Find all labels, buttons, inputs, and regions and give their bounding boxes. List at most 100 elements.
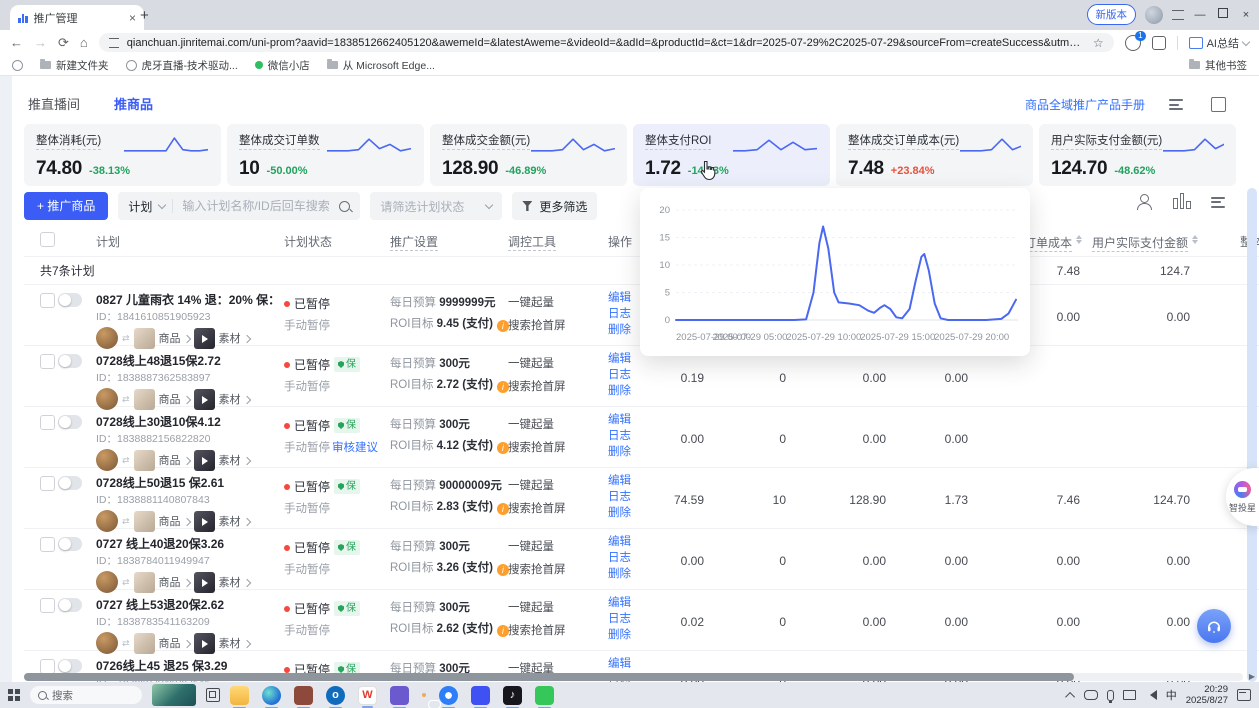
- row-checkbox[interactable]: [40, 537, 55, 552]
- tray-expand-icon[interactable]: [1065, 691, 1075, 701]
- task-view-icon[interactable]: [206, 688, 220, 702]
- plan-select[interactable]: 计划: [128, 198, 152, 215]
- outlook-icon[interactable]: o: [326, 686, 345, 705]
- metric-card[interactable]: 整体支付ROI 1.72 -14.43%: [633, 124, 830, 186]
- delete-link[interactable]: 删除: [608, 505, 650, 521]
- taskbar-search[interactable]: 搜索: [30, 686, 142, 704]
- delete-link[interactable]: 删除: [608, 444, 650, 460]
- metric-card[interactable]: 用户实际支付金额(元) 124.70 -48.62%: [1039, 124, 1236, 186]
- material-thumbnail[interactable]: [194, 572, 215, 593]
- bookmark-item[interactable]: 虎牙直播-技术驱动...: [126, 58, 238, 73]
- metric-card[interactable]: 整体消耗(元) 74.80 -38.13%: [24, 124, 221, 186]
- one-key-boost-link[interactable]: 一键起量: [508, 599, 608, 615]
- log-link[interactable]: 日志: [608, 367, 650, 383]
- edit-link[interactable]: 编辑: [608, 534, 650, 550]
- app-icon-green[interactable]: [535, 686, 554, 705]
- site-settings-icon[interactable]: [109, 38, 119, 48]
- settings-sliders-icon[interactable]: [1169, 97, 1187, 113]
- row-checkbox[interactable]: [40, 659, 55, 674]
- search-icon[interactable]: [339, 201, 350, 212]
- forward-icon[interactable]: →: [34, 36, 47, 49]
- search-top-screen-link[interactable]: 搜索抢首屏: [508, 317, 608, 333]
- wps-icon[interactable]: W: [358, 686, 377, 705]
- review-suggestion-link[interactable]: 审核建议: [332, 442, 378, 454]
- tab-promote-product[interactable]: 推商品: [114, 94, 153, 113]
- plan-name[interactable]: 0728线上48退15保2.72: [96, 352, 276, 369]
- start-button[interactable]: [8, 689, 20, 701]
- browser-tab[interactable]: 推广管理 ×: [10, 5, 144, 30]
- custom-columns-icon[interactable]: [1211, 194, 1229, 210]
- vertical-scrollbar[interactable]: [1247, 188, 1257, 682]
- window-maximize-button[interactable]: [1216, 8, 1230, 21]
- material-link[interactable]: 素材: [219, 635, 250, 651]
- plan-name[interactable]: 0728线上50退15 保2.61: [96, 474, 276, 491]
- window-close-button[interactable]: ×: [1239, 9, 1253, 21]
- metric-card[interactable]: 整体成交金额(元) 128.90 -46.89%: [430, 124, 627, 186]
- browser-avatar[interactable]: [1145, 6, 1163, 24]
- url-text[interactable]: qianchuan.jinritemai.com/uni-prom?aavid=…: [127, 37, 1085, 49]
- other-bookmarks[interactable]: 其他书签: [1189, 58, 1247, 73]
- product-link[interactable]: 商品: [159, 513, 190, 529]
- product-link[interactable]: 商品: [159, 574, 190, 590]
- search-top-screen-link[interactable]: 搜索抢首屏: [508, 622, 608, 638]
- bookmark-item[interactable]: 新建文件夹: [40, 58, 109, 73]
- column-chart-icon[interactable]: [1173, 194, 1191, 210]
- tiktok-icon[interactable]: ♪: [503, 686, 522, 705]
- log-link[interactable]: 日志: [608, 550, 650, 566]
- search-input[interactable]: [180, 198, 332, 214]
- ai-summary-button[interactable]: AI总结: [1189, 35, 1249, 51]
- row-toggle[interactable]: [58, 659, 82, 673]
- row-toggle[interactable]: [58, 537, 82, 551]
- metric-card[interactable]: 整体成交订单成本(元) 7.48 +23.84%: [836, 124, 1033, 186]
- home-icon[interactable]: ⌂: [80, 36, 88, 49]
- customer-service-button[interactable]: [1197, 609, 1231, 643]
- search-top-screen-link[interactable]: 搜索抢首屏: [508, 500, 608, 516]
- back-icon[interactable]: ←: [10, 36, 23, 49]
- material-thumbnail[interactable]: [194, 328, 215, 349]
- network-icon[interactable]: [1123, 690, 1136, 700]
- row-checkbox[interactable]: [40, 293, 55, 308]
- material-link[interactable]: 素材: [219, 513, 250, 529]
- app-icon-brown[interactable]: [294, 686, 313, 705]
- search-top-screen-link[interactable]: 搜索抢首屏: [508, 561, 608, 577]
- delete-link[interactable]: 删除: [608, 627, 650, 643]
- window-minimize-button[interactable]: —: [1193, 9, 1207, 21]
- row-toggle[interactable]: [58, 354, 82, 368]
- metric-card[interactable]: 整体成交订单数 10 -50.00%: [227, 124, 424, 186]
- product-link[interactable]: 商品: [159, 330, 190, 346]
- bookmark-star-icon[interactable]: ☆: [1093, 36, 1104, 50]
- scroll-right-arrow[interactable]: ▶: [1249, 672, 1255, 681]
- microphone-icon[interactable]: [1107, 690, 1114, 701]
- app-icon-purple[interactable]: [390, 686, 409, 705]
- edit-link[interactable]: 编辑: [608, 412, 650, 428]
- browser-menu-icon[interactable]: [1172, 10, 1184, 20]
- edit-link[interactable]: 编辑: [608, 473, 650, 489]
- audience-icon[interactable]: [1135, 194, 1153, 210]
- mouse-device-icon[interactable]: [1084, 690, 1098, 700]
- one-key-boost-link[interactable]: 一键起量: [508, 355, 608, 371]
- log-link[interactable]: 日志: [608, 428, 650, 444]
- material-thumbnail[interactable]: [194, 633, 215, 654]
- row-checkbox[interactable]: [40, 415, 55, 430]
- plan-name[interactable]: 0728线上30退10保4.12: [96, 413, 276, 430]
- select-all-checkbox[interactable]: [40, 232, 55, 247]
- app-icon-blue[interactable]: [471, 686, 490, 705]
- one-key-boost-link[interactable]: 一键起量: [508, 294, 608, 310]
- bookmark-item[interactable]: 微信小店: [255, 58, 310, 73]
- row-checkbox[interactable]: [40, 476, 55, 491]
- material-link[interactable]: 素材: [219, 330, 250, 346]
- widgets-weather-thumbnail[interactable]: [152, 684, 196, 706]
- material-link[interactable]: 素材: [219, 452, 250, 468]
- edit-link[interactable]: 编辑: [608, 595, 650, 611]
- material-link[interactable]: 素材: [219, 574, 250, 590]
- product-link[interactable]: 商品: [159, 635, 190, 651]
- edge-browser-icon[interactable]: [262, 686, 281, 705]
- search-top-screen-link[interactable]: 搜索抢首屏: [508, 439, 608, 455]
- row-checkbox[interactable]: [40, 598, 55, 613]
- one-key-boost-link[interactable]: 一键起量: [508, 416, 608, 432]
- sort-icon[interactable]: [1076, 232, 1082, 247]
- row-toggle[interactable]: [58, 293, 82, 307]
- reload-icon[interactable]: ⟳: [58, 36, 69, 49]
- extensions-puzzle-icon[interactable]: [1152, 36, 1166, 50]
- tab-close-icon[interactable]: ×: [129, 11, 136, 25]
